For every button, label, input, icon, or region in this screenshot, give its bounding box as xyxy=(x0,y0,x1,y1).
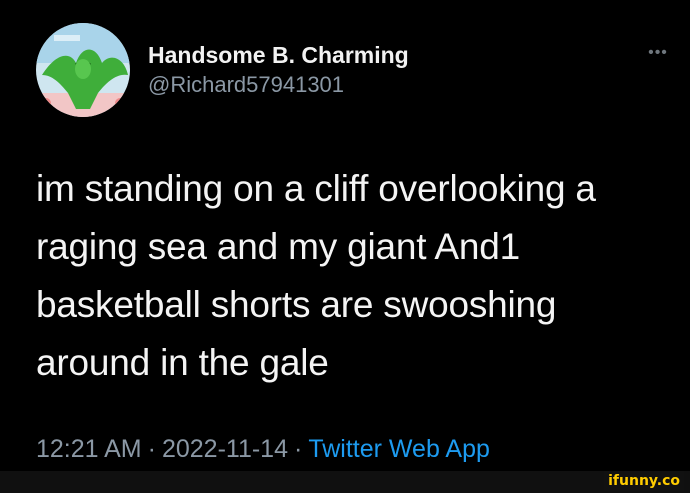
tweet-meta: 12:21 AM · 2022-11-14 · Twitter Web App xyxy=(36,432,490,466)
tweet-text-line: basketball shorts are swooshing xyxy=(36,284,557,325)
avatar[interactable] xyxy=(36,23,130,117)
tweet-text-line: around in the gale xyxy=(36,342,329,383)
avatar-image xyxy=(36,23,130,117)
author-info: Handsome B. Charming @Richard57941301 xyxy=(148,40,409,100)
watermark-bar: ifunny.co xyxy=(0,471,690,493)
ellipsis-icon: ••• xyxy=(648,44,668,61)
tweet-text-line: raging sea and my giant And1 xyxy=(36,226,520,267)
display-name[interactable]: Handsome B. Charming xyxy=(148,40,409,70)
tweet-text-line: im standing on a cliff overlooking a xyxy=(36,168,596,209)
ifunny-watermark: ifunny.co xyxy=(604,471,684,491)
user-handle[interactable]: @Richard57941301 xyxy=(148,70,409,100)
tweet-source-link[interactable]: Twitter Web App xyxy=(308,435,490,463)
tweet-text: im standing on a cliff overlooking a rag… xyxy=(36,160,656,392)
more-options-button[interactable]: ••• xyxy=(642,40,674,66)
tweet-card: Handsome B. Charming @Richard57941301 ••… xyxy=(0,0,690,493)
tweet-date[interactable]: 2022-11-14 xyxy=(162,435,288,463)
meta-separator: · xyxy=(147,435,156,463)
tweet-time[interactable]: 12:21 AM xyxy=(36,435,142,463)
meta-separator: · xyxy=(294,435,303,463)
